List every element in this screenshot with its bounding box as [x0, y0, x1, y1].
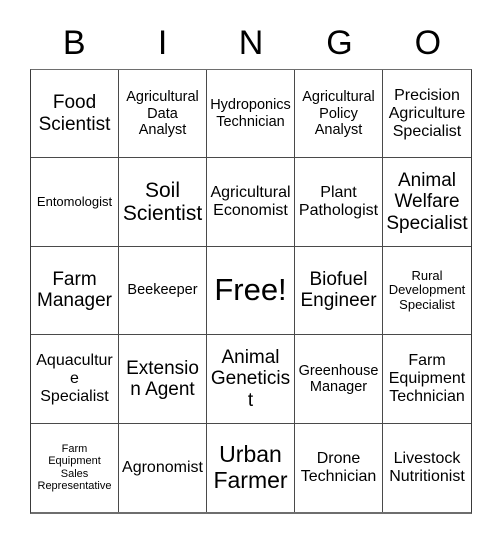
- bingo-header-row: BINGO: [30, 18, 472, 68]
- bingo-cell-r4-c3[interactable]: Animal Geneticist: [207, 335, 295, 424]
- bingo-cell-r4-c5[interactable]: Farm Equipment Technician: [383, 335, 471, 424]
- bingo-cell-r3-c2[interactable]: Beekeeper: [119, 246, 207, 336]
- bingo-free-space[interactable]: Free!: [207, 246, 295, 336]
- bingo-cell-r5-c3[interactable]: Urban Farmer: [207, 423, 295, 512]
- bingo-cell-label: Hydroponics Technician: [210, 97, 291, 130]
- bingo-header-letter-o: O: [414, 24, 442, 62]
- bingo-cell-r5-c1[interactable]: Farm Equipment Sales Representative: [31, 423, 119, 512]
- bingo-cell-label: Entomologist: [36, 193, 113, 209]
- bingo-card: B I N G O Food Scientist Agricultural Data An…: [0, 0, 500, 544]
- bingo-cell-r1-c3[interactable]: Hydroponics Technician: [207, 70, 295, 159]
- bingo-cell-label: Livestock Nutritionist: [389, 449, 465, 485]
- bingo-cell-r2-c4[interactable]: Plant Pathologist: [295, 158, 383, 247]
- bingo-cell-label: Precision Agriculture Specialist: [388, 86, 466, 140]
- bingo-cell-r5-c5[interactable]: Livestock Nutritionist: [383, 423, 471, 512]
- bingo-cell-label: Farm Equipment Sales Representative: [37, 443, 112, 493]
- bingo-cell-r3-c1[interactable]: Farm Manager: [31, 246, 119, 336]
- bingo-cell-label: Aquaculture Specialist: [36, 352, 113, 405]
- bingo-cell-r1-c2[interactable]: Agricultural Data Analyst: [119, 70, 207, 159]
- bingo-header-letter-b: B: [62, 24, 86, 62]
- bingo-cell-label: Agricultural Data Analyst: [126, 89, 199, 138]
- bingo-cell-label: Soil Scientist: [122, 178, 203, 226]
- bingo-header-letter-g: G: [326, 24, 353, 62]
- bingo-cell-label: Urban Farmer: [213, 441, 288, 493]
- bingo-cell-label: Animal Welfare Specialist: [386, 170, 468, 234]
- bingo-cell-r5-c2[interactable]: Agronomist: [119, 423, 207, 512]
- bingo-cell-r3-c5[interactable]: Rural Development Specialist: [383, 246, 471, 336]
- bingo-cell-label: Farm Manager: [37, 269, 112, 312]
- bingo-cell-label: Farm Equipment Technician: [388, 352, 466, 405]
- bingo-cell-label: Plant Pathologist: [298, 184, 379, 220]
- bingo-cell-r1-c4[interactable]: Agricultural Policy Analyst: [295, 70, 383, 159]
- bingo-header-letter-i: I: [157, 24, 168, 62]
- bingo-cell-label: Beekeeper: [127, 282, 198, 299]
- bingo-cell-r4-c4[interactable]: Greenhouse Manager: [295, 335, 383, 424]
- bingo-grid: Food Scientist Agricultural Data Analyst H…: [30, 69, 472, 514]
- bingo-cell-r2-c5[interactable]: Animal Welfare Specialist: [383, 158, 471, 247]
- bingo-cell-label: Drone Technician: [300, 449, 377, 485]
- bingo-cell-label: Free!: [214, 272, 287, 308]
- bingo-cell-label: Extension Agent: [126, 357, 199, 400]
- bingo-cell-r1-c5[interactable]: Precision Agriculture Specialist: [383, 70, 471, 159]
- bingo-cell-label: Agronomist: [122, 458, 203, 476]
- bingo-cell-label: Animal Geneticist: [210, 346, 291, 411]
- bingo-cell-r2-c2[interactable]: Soil Scientist: [119, 158, 207, 247]
- bingo-cell-label: Food Scientist: [38, 92, 111, 135]
- bingo-cell-r5-c4[interactable]: Drone Technician: [295, 423, 383, 512]
- bingo-cell-label: Agricultural Policy Analyst: [302, 89, 375, 138]
- bingo-cell-r4-c2[interactable]: Extension Agent: [119, 335, 207, 424]
- bingo-cell-r2-c3[interactable]: Agricultural Economist: [207, 158, 295, 247]
- bingo-cell-r1-c1[interactable]: Food Scientist: [31, 70, 119, 159]
- bingo-cell-label: Biofuel Engineer: [300, 269, 377, 312]
- bingo-header-letter-n: N: [238, 24, 264, 62]
- bingo-cell-r3-c4[interactable]: Biofuel Engineer: [295, 246, 383, 336]
- bingo-cell-r2-c1[interactable]: Entomologist: [31, 158, 119, 247]
- bingo-cell-label: Rural Development Specialist: [388, 267, 466, 312]
- bingo-cell-label: Greenhouse Manager: [298, 362, 379, 395]
- bingo-cell-label: Agricultural Economist: [210, 184, 291, 220]
- bingo-cell-r4-c1[interactable]: Aquaculture Specialist: [31, 335, 119, 424]
